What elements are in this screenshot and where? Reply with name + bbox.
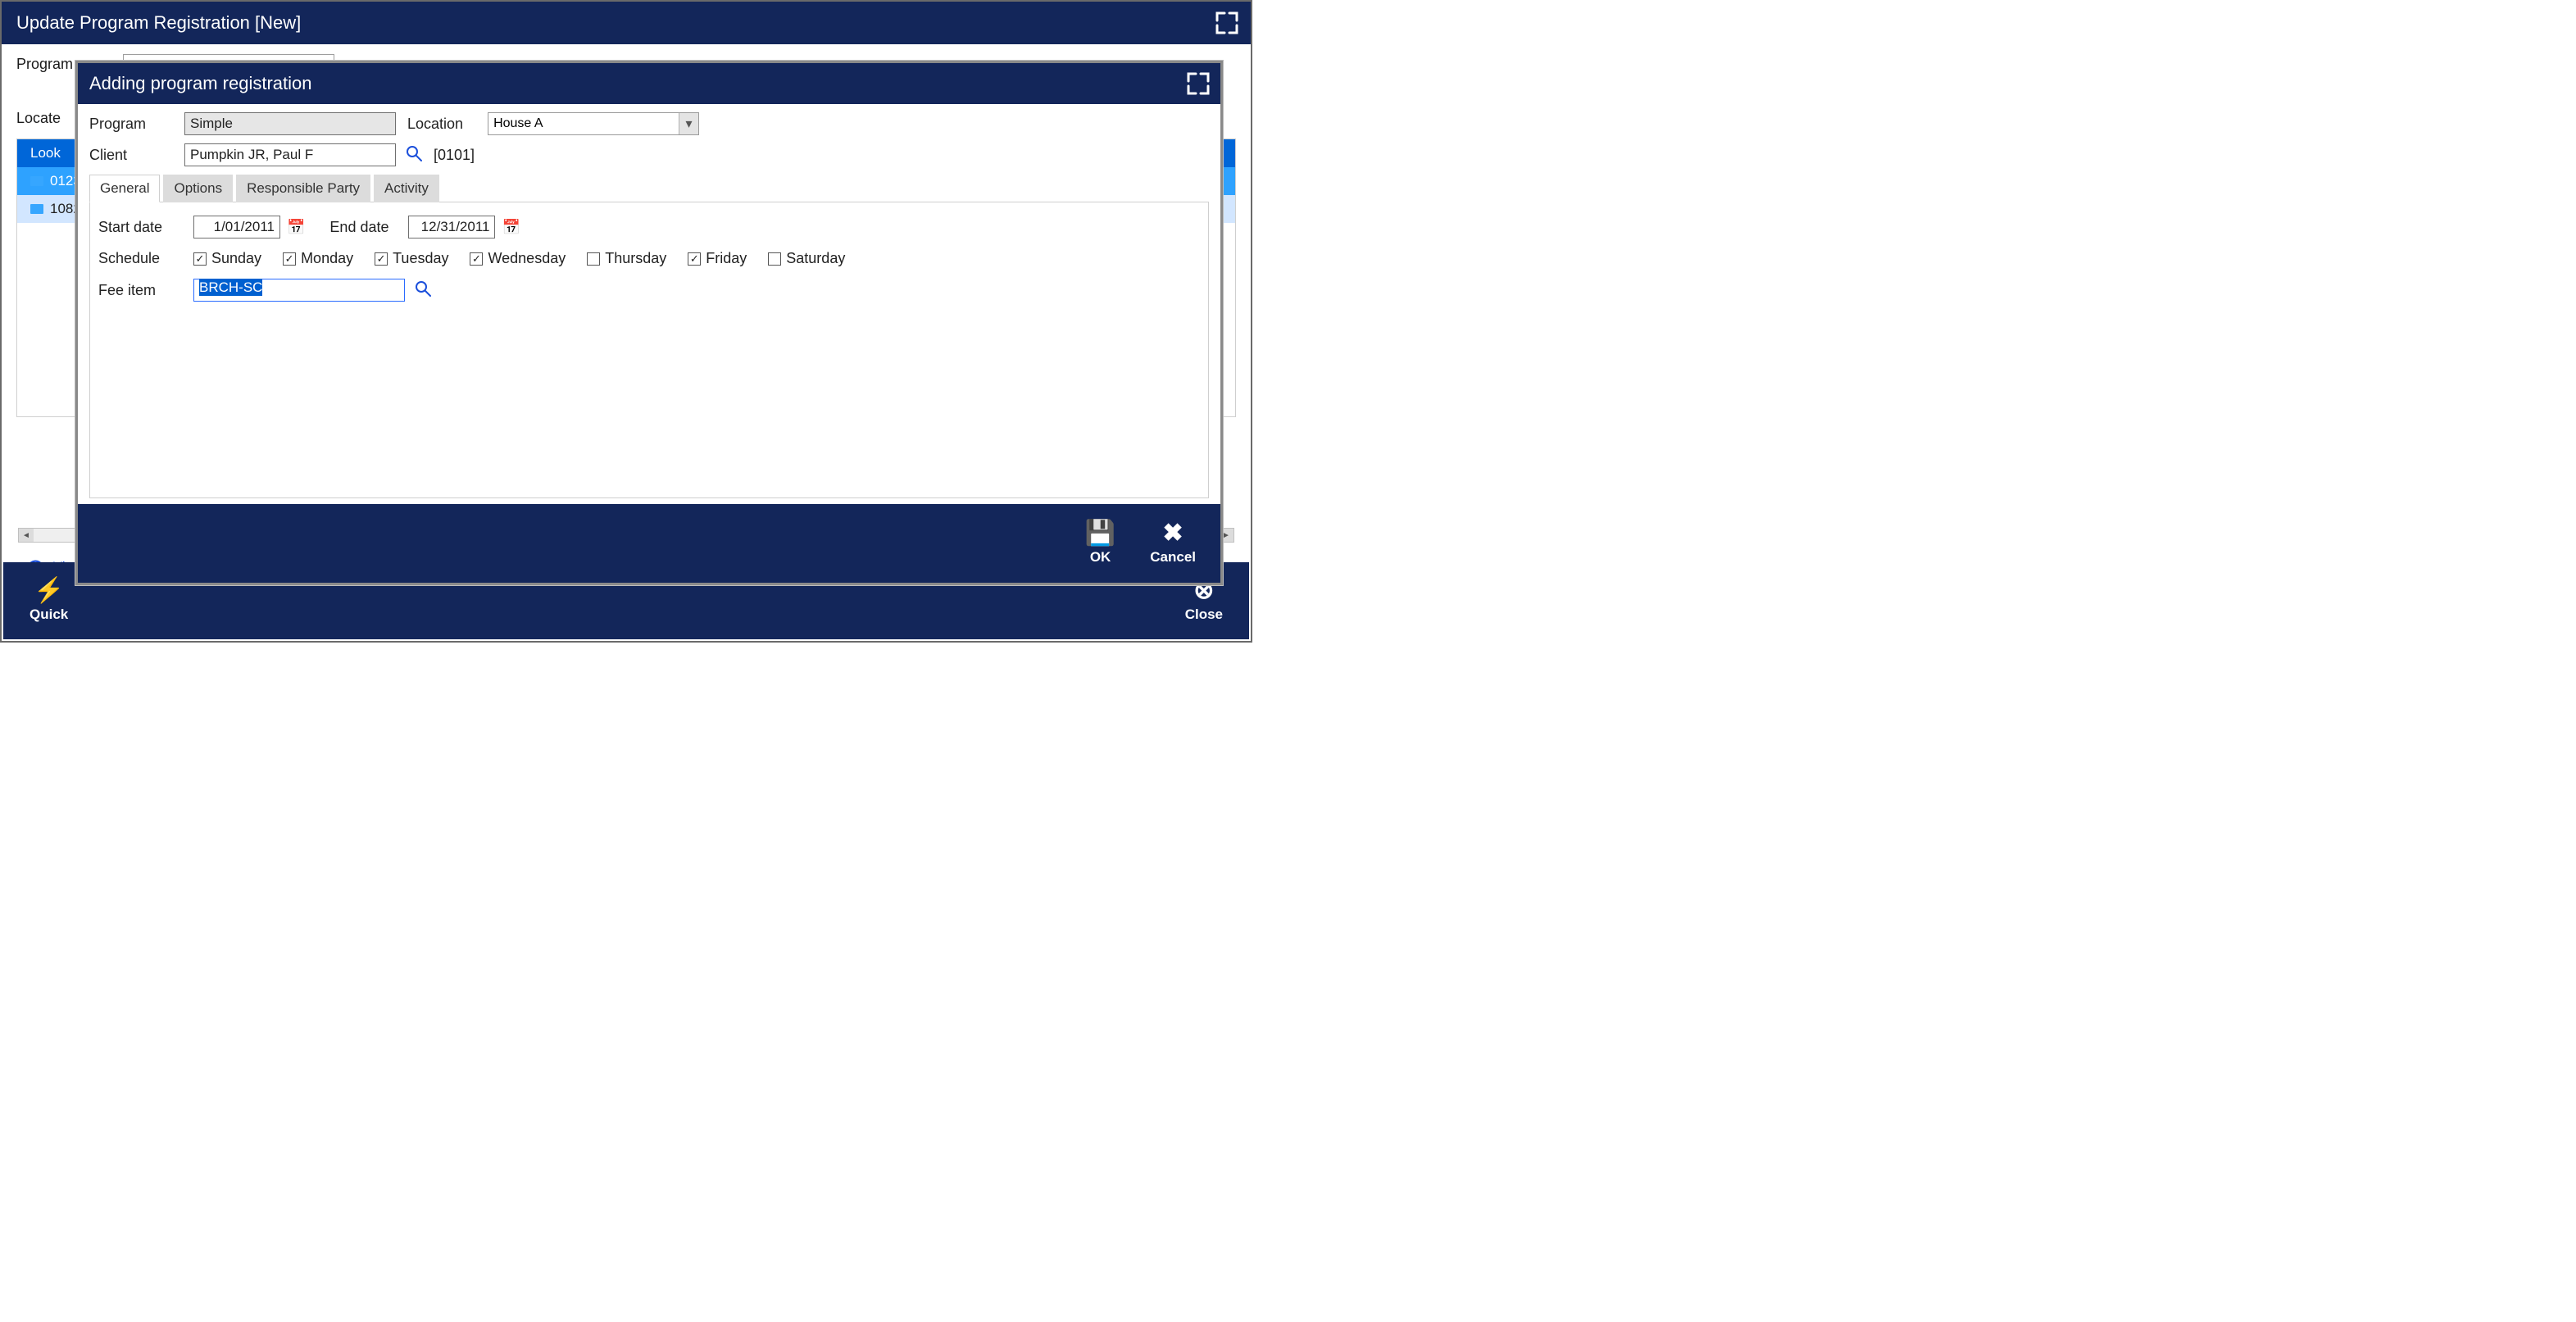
tab-options[interactable]: Options bbox=[163, 175, 233, 202]
modal-title: Adding program registration bbox=[89, 73, 311, 94]
checkbox-icon bbox=[768, 252, 781, 266]
quick-button[interactable]: ⚡ Quick bbox=[30, 579, 68, 623]
expand-icon[interactable] bbox=[1215, 11, 1239, 35]
schedule-day-label: Thursday bbox=[605, 250, 666, 267]
end-date-label: End date bbox=[329, 219, 388, 236]
fee-item-label: Fee item bbox=[98, 282, 193, 299]
schedule-day-label: Saturday bbox=[786, 250, 845, 267]
search-icon[interactable] bbox=[415, 280, 431, 301]
start-date-label: Start date bbox=[98, 219, 193, 236]
client-input[interactable] bbox=[184, 143, 396, 166]
schedule-day-monday[interactable]: Monday bbox=[283, 250, 353, 267]
program-field: Simple bbox=[184, 112, 396, 135]
checkbox-icon bbox=[688, 252, 701, 266]
checkbox-icon bbox=[193, 252, 207, 266]
schedule-day-thursday[interactable]: Thursday bbox=[587, 250, 666, 267]
client-id: [0101] bbox=[434, 147, 475, 164]
checkbox-icon bbox=[470, 252, 483, 266]
ok-button[interactable]: 💾 OK bbox=[1085, 521, 1115, 566]
schedule-day-saturday[interactable]: Saturday bbox=[768, 250, 845, 267]
cancel-icon: ✖ bbox=[1163, 521, 1184, 546]
folder-icon bbox=[30, 176, 43, 186]
schedule-day-label: Friday bbox=[706, 250, 747, 267]
tab-activity[interactable]: Activity bbox=[374, 175, 439, 202]
schedule-day-friday[interactable]: Friday bbox=[688, 250, 747, 267]
calendar-icon[interactable]: 📅 bbox=[287, 219, 305, 236]
location-label: Location bbox=[407, 116, 463, 133]
tabstrip: General Options Responsible Party Activi… bbox=[89, 175, 1209, 202]
location-select[interactable]: House A ▾ bbox=[488, 112, 699, 135]
search-icon[interactable] bbox=[406, 145, 422, 166]
schedule-day-wednesday[interactable]: Wednesday bbox=[470, 250, 566, 267]
checkbox-icon bbox=[375, 252, 388, 266]
modal-dialog: Adding program registration Program Simp… bbox=[75, 61, 1223, 585]
tab-responsible-party[interactable]: Responsible Party bbox=[236, 175, 370, 202]
bolt-icon: ⚡ bbox=[34, 579, 64, 603]
close-button[interactable]: ⊗ Close bbox=[1185, 579, 1223, 623]
start-date-input[interactable] bbox=[193, 216, 280, 239]
schedule-day-label: Sunday bbox=[211, 250, 261, 267]
fee-item-input[interactable]: BRCH-SC bbox=[193, 279, 405, 302]
folder-icon bbox=[30, 204, 43, 214]
end-date-input[interactable] bbox=[408, 216, 495, 239]
checkbox-icon bbox=[587, 252, 600, 266]
tab-panel-general: Start date 📅 End date 📅 Schedule Sunday M… bbox=[89, 202, 1209, 498]
chevron-down-icon: ▾ bbox=[679, 113, 698, 134]
schedule-day-sunday[interactable]: Sunday bbox=[193, 250, 261, 267]
calendar-icon[interactable]: 📅 bbox=[502, 219, 520, 236]
tab-general[interactable]: General bbox=[89, 175, 160, 202]
modal-body: Program Simple Location House A ▾ Client… bbox=[78, 104, 1220, 504]
parent-title: Update Program Registration [New] bbox=[16, 12, 301, 34]
parent-titlebar: Update Program Registration [New] bbox=[2, 2, 1251, 44]
program-label: Program bbox=[89, 116, 184, 133]
scroll-left-icon[interactable]: ◄ bbox=[19, 529, 34, 542]
client-label: Client bbox=[89, 147, 184, 164]
schedule-day-tuesday[interactable]: Tuesday bbox=[375, 250, 448, 267]
schedule-day-label: Monday bbox=[301, 250, 353, 267]
save-icon: 💾 bbox=[1085, 521, 1115, 546]
checkbox-icon bbox=[283, 252, 296, 266]
modal-titlebar: Adding program registration bbox=[78, 63, 1220, 104]
expand-icon[interactable] bbox=[1186, 71, 1211, 96]
schedule-day-label: Tuesday bbox=[393, 250, 448, 267]
modal-footer: 💾 OK ✖ Cancel bbox=[78, 504, 1220, 583]
cancel-button[interactable]: ✖ Cancel bbox=[1150, 521, 1196, 566]
schedule-day-label: Wednesday bbox=[488, 250, 566, 267]
schedule-label: Schedule bbox=[98, 250, 193, 267]
schedule-group: Sunday Monday Tuesday Wednesday Thursday Frid… bbox=[193, 250, 845, 267]
